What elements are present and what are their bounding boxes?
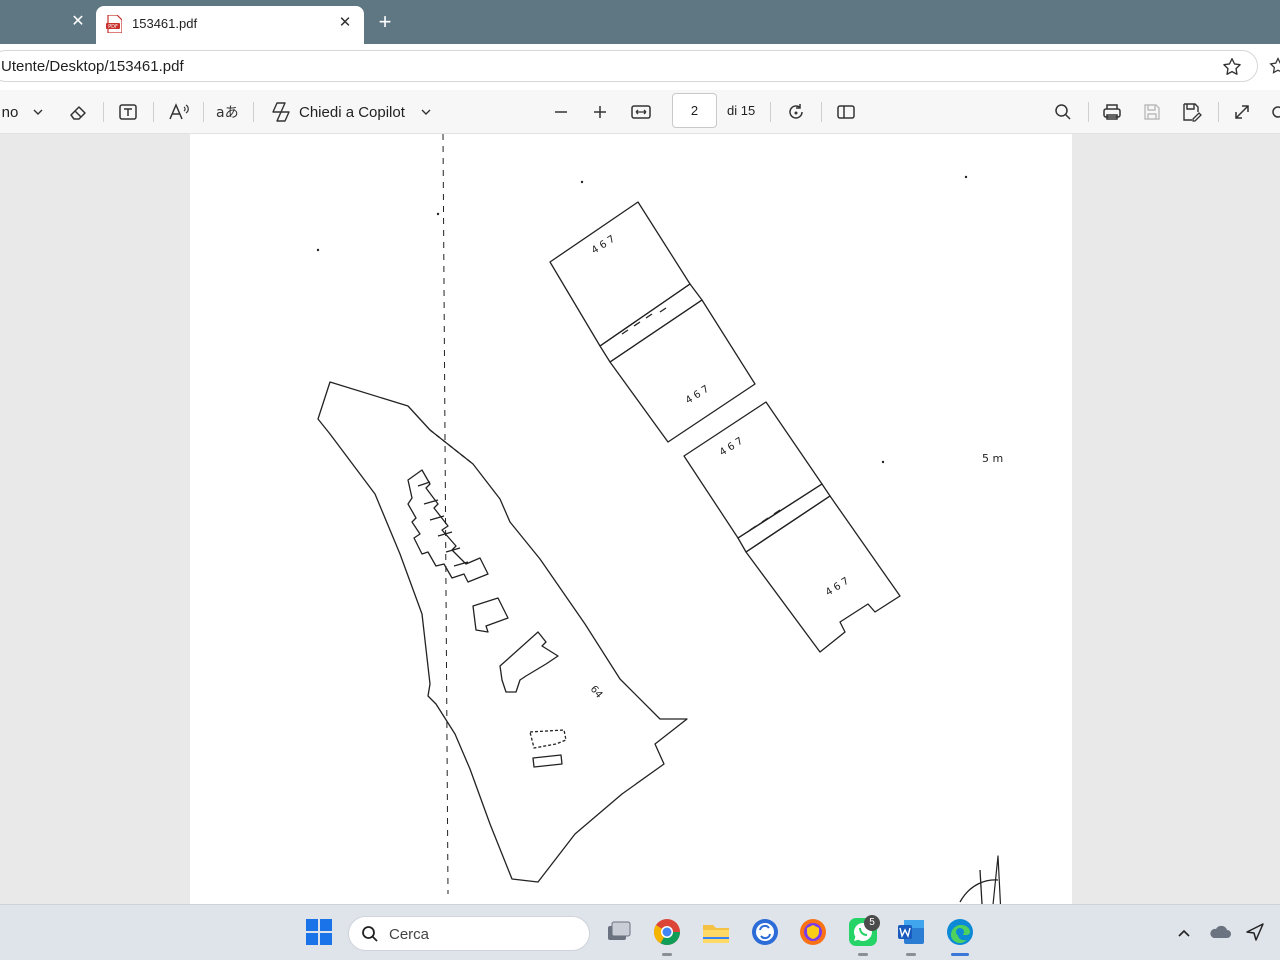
chrome-icon[interactable] — [652, 917, 682, 947]
map-annotation: 4 6 7 — [824, 576, 851, 599]
pdf-page: 4 6 7 4 6 7 4 6 7 4 6 7 64 5 m — [190, 134, 1072, 904]
toolbar-separator — [103, 102, 104, 122]
pdf-viewer[interactable]: 4 6 7 4 6 7 4 6 7 4 6 7 64 5 m — [0, 134, 1280, 904]
vpn-shield-icon[interactable] — [798, 917, 828, 947]
svg-text:PDF: PDF — [108, 24, 118, 30]
pdf-file-icon: PDF — [106, 15, 122, 33]
tab-title: 153461.pdf — [132, 16, 198, 31]
task-view-icon[interactable] — [604, 917, 634, 947]
search-placeholder: Cerca — [389, 926, 430, 943]
chevron-down-icon[interactable] — [28, 98, 48, 126]
address-bar: Utente/Desktop/153461.pdf — [0, 44, 1280, 90]
search-icon — [362, 926, 378, 942]
chevron-up-icon[interactable] — [1176, 925, 1192, 941]
new-tab-button[interactable]: + — [372, 10, 398, 36]
page-total: di 15 — [727, 103, 756, 118]
read-aloud-icon[interactable] — [164, 98, 194, 126]
toolbar-separator — [1218, 102, 1219, 122]
cadastral-map-drawing: 4 6 7 4 6 7 4 6 7 4 6 7 64 5 m — [316, 134, 1003, 904]
active-app-indicator — [951, 953, 969, 956]
page-number-input[interactable]: 2 — [672, 93, 717, 128]
eraser-icon[interactable] — [64, 98, 92, 126]
url-text: Utente/Desktop/153461.pdf — [1, 58, 184, 75]
copilot-icon[interactable] — [266, 98, 296, 126]
whatsapp-badge: 5 — [864, 915, 880, 931]
toolbar-separator — [770, 102, 771, 122]
toolbar-separator — [1088, 102, 1089, 122]
tab-strip: ✕ PDF 153461.pdf ✕ + — [0, 0, 1280, 44]
settings-icon[interactable] — [1266, 98, 1280, 126]
send-feedback-icon[interactable] — [1244, 921, 1266, 943]
save-as-icon[interactable] — [1179, 98, 1205, 126]
previous-tab-close-icon[interactable]: ✕ — [66, 10, 90, 34]
word-icon[interactable] — [896, 917, 926, 947]
scale-annotation: 5 m — [982, 452, 1003, 465]
fullscreen-icon[interactable] — [1229, 98, 1255, 126]
zoom-out-icon[interactable] — [548, 98, 574, 126]
pdf-toolbar: no aあ Chiedi a Copilot 2 di 15 — [0, 90, 1280, 134]
chevron-down-icon[interactable] — [416, 98, 436, 126]
text-box-icon[interactable] — [114, 98, 142, 126]
map-annotation: 4 6 7 — [590, 234, 617, 257]
edge-icon[interactable] — [945, 917, 975, 947]
map-annotation: 64 — [588, 684, 605, 701]
rotate-icon[interactable] — [782, 98, 810, 126]
fit-width-icon[interactable] — [627, 98, 655, 126]
save-icon — [1139, 98, 1165, 126]
taskbar-search-box[interactable]: Cerca — [348, 916, 590, 951]
file-explorer-icon[interactable] — [701, 917, 731, 947]
sync-app-icon[interactable] — [750, 917, 780, 947]
tab-pdf[interactable]: PDF 153461.pdf ✕ — [96, 6, 364, 44]
zoom-in-icon[interactable] — [587, 98, 613, 126]
print-icon[interactable] — [1099, 98, 1125, 126]
search-icon[interactable] — [1050, 98, 1076, 126]
map-annotation: 4 6 7 — [684, 384, 711, 407]
map-annotation: 4 6 7 — [718, 436, 745, 459]
url-field[interactable]: Utente/Desktop/153461.pdf — [0, 50, 1258, 82]
running-indicator — [858, 953, 868, 956]
favorite-star-icon[interactable] — [1221, 56, 1243, 78]
toolbar-separator — [821, 102, 822, 122]
running-indicator — [906, 953, 916, 956]
svg-text:aあ: aあ — [216, 105, 239, 121]
onedrive-cloud-icon[interactable] — [1208, 923, 1232, 941]
running-indicator — [662, 953, 672, 956]
tab-close-icon[interactable]: ✕ — [334, 12, 356, 34]
page-view-icon[interactable] — [832, 98, 860, 126]
favorites-star-icon[interactable] — [1268, 56, 1280, 76]
taskbar: Cerca 5 — [0, 904, 1280, 960]
toolbar-separator — [253, 102, 254, 122]
draw-label[interactable]: no — [0, 98, 20, 126]
ask-copilot-button[interactable]: Chiedi a Copilot — [299, 98, 413, 126]
toolbar-separator — [153, 102, 154, 122]
windows-start-icon[interactable] — [304, 917, 334, 947]
translate-icon[interactable]: aあ — [213, 98, 243, 126]
toolbar-separator — [203, 102, 204, 122]
